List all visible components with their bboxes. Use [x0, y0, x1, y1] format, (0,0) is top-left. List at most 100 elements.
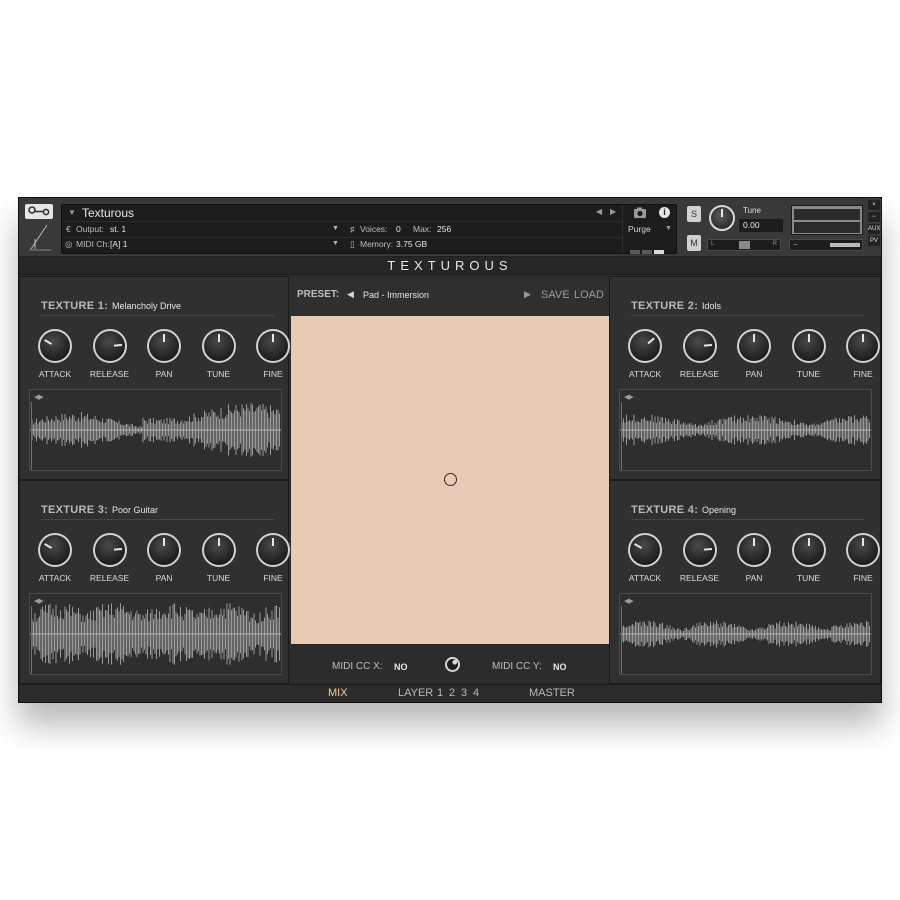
pan-slider-thumb[interactable] — [739, 241, 750, 249]
fine-knob[interactable] — [256, 533, 290, 567]
instrument-name[interactable]: Texturous — [82, 206, 134, 220]
tab-layer-3[interactable]: 3 — [461, 687, 467, 699]
minimize-button[interactable]: − — [868, 212, 880, 222]
texture-label: TEXTURE 1: — [41, 300, 109, 312]
knob-release[interactable]: RELEASE — [674, 533, 726, 583]
output-value[interactable]: st. 1 — [110, 224, 126, 234]
midi-learn-knob-icon[interactable] — [445, 657, 460, 672]
xy-pad[interactable] — [291, 316, 609, 644]
dropdown-arrow-icon[interactable]: ▼ — [68, 208, 76, 217]
attack-knob[interactable] — [628, 329, 662, 363]
aux-button[interactable]: AUX — [868, 224, 880, 234]
pan-knob[interactable] — [737, 533, 771, 567]
waveform-display[interactable]: ◀▶ — [619, 389, 872, 471]
pan-knob[interactable] — [147, 533, 181, 567]
pan-knob[interactable] — [737, 329, 771, 363]
save-button[interactable]: SAVE — [541, 289, 570, 301]
tab-layer-2[interactable]: 2 — [449, 687, 455, 699]
texture-name[interactable]: Poor Guitar — [112, 505, 158, 515]
close-button[interactable]: × — [868, 200, 880, 210]
knob-attack[interactable]: ATTACK — [29, 329, 81, 379]
midi-channel-value[interactable]: [A] 1 — [110, 239, 127, 249]
release-knob[interactable] — [682, 329, 717, 363]
texture-name[interactable]: Opening — [702, 505, 736, 515]
xy-cursor[interactable] — [444, 473, 457, 486]
tab-master[interactable]: MASTER — [529, 687, 575, 699]
purge-dropdown-icon[interactable]: ▼ — [665, 225, 672, 232]
pan-knob[interactable] — [147, 329, 181, 363]
midi-cc-bar: MIDI CC X: NO MIDI CC Y: NO — [291, 644, 609, 684]
pv-button[interactable]: PV — [868, 236, 880, 246]
mute-button[interactable]: M — [687, 235, 701, 251]
knob-tune[interactable]: TUNE — [193, 329, 245, 379]
fine-knob[interactable] — [846, 533, 880, 567]
tune-knob[interactable] — [201, 533, 236, 567]
previous-preset-icon[interactable]: ◀ — [347, 289, 354, 300]
knob-release[interactable]: RELEASE — [674, 329, 726, 379]
playhead-marker[interactable] — [621, 606, 622, 674]
volume-slider[interactable]: − + — [789, 239, 863, 251]
texture-name[interactable]: Idols — [702, 301, 721, 311]
knob-release[interactable]: RELEASE — [84, 329, 136, 379]
knob-attack[interactable]: ATTACK — [619, 533, 671, 583]
attack-knob[interactable] — [628, 533, 662, 567]
next-preset-icon[interactable]: ▶ — [524, 289, 531, 300]
knob-pan[interactable]: PAN — [728, 329, 780, 379]
next-instrument-icon[interactable]: ▶ — [610, 207, 616, 216]
release-knob[interactable] — [92, 533, 127, 567]
knob-tune[interactable]: TUNE — [783, 329, 835, 379]
midi-cc-y-value[interactable]: NO — [553, 662, 567, 672]
solo-button[interactable]: S — [687, 206, 701, 222]
tab-layer[interactable]: LAYER — [398, 687, 433, 699]
knob-tune[interactable]: TUNE — [783, 533, 835, 583]
tune-knob[interactable] — [201, 329, 236, 363]
texture-name[interactable]: Melancholy Drive — [112, 301, 181, 311]
tune-value[interactable]: 0.00 — [739, 219, 783, 232]
tab-layer-1[interactable]: 1 — [437, 687, 443, 699]
knob-fine[interactable]: FINE — [837, 329, 889, 379]
waveform-display[interactable]: ◀▶ — [29, 389, 282, 471]
output-dropdown-icon[interactable]: ▼ — [332, 225, 339, 232]
knob-pan[interactable]: PAN — [138, 533, 190, 583]
playhead-marker[interactable] — [31, 402, 32, 470]
waveform-display[interactable]: ◀▶ — [619, 593, 872, 675]
pan-slider[interactable]: L R — [707, 239, 781, 251]
knob-indicator — [163, 538, 165, 546]
knob-attack[interactable]: ATTACK — [29, 533, 81, 583]
midi-cc-x-value[interactable]: NO — [394, 662, 408, 672]
center-panel: PRESET: ◀ Pad - Immersion ▶ SAVE LOAD MI… — [291, 276, 609, 684]
fine-knob[interactable] — [846, 329, 880, 363]
memory-icon: ▯ — [350, 239, 355, 249]
voices-label: Voices: — [360, 224, 388, 234]
release-knob[interactable] — [92, 329, 127, 363]
instrument-name-row[interactable]: ▼ Texturous ◀ ▶ — [62, 205, 622, 221]
previous-instrument-icon[interactable]: ◀ — [596, 207, 602, 216]
wrench-icon[interactable] — [25, 204, 53, 219]
knob-tune[interactable]: TUNE — [193, 533, 245, 583]
info-icon[interactable]: i — [654, 205, 676, 221]
load-button[interactable]: LOAD — [574, 289, 604, 301]
max-value[interactable]: 256 — [437, 224, 451, 234]
attack-knob[interactable] — [38, 329, 72, 363]
midi-dropdown-icon[interactable]: ▼ — [332, 240, 339, 247]
knob-indicator — [163, 334, 165, 342]
playhead-marker[interactable] — [621, 402, 622, 470]
tune-knob[interactable] — [791, 533, 826, 567]
fine-knob[interactable] — [256, 329, 290, 363]
camera-icon[interactable] — [629, 205, 651, 221]
playhead-marker[interactable] — [31, 606, 32, 674]
knob-pan[interactable]: PAN — [138, 329, 190, 379]
attack-knob[interactable] — [38, 533, 72, 567]
tab-layer-4[interactable]: 4 — [473, 687, 479, 699]
tab-mix[interactable]: MIX — [328, 687, 348, 699]
tune-knob[interactable] — [709, 205, 735, 231]
release-knob[interactable] — [682, 533, 717, 567]
waveform-display[interactable]: ◀▶ — [29, 593, 282, 675]
preset-name[interactable]: Pad - Immersion — [363, 290, 429, 300]
knob-pan[interactable]: PAN — [728, 533, 780, 583]
knob-fine[interactable]: FINE — [837, 533, 889, 583]
tune-knob[interactable] — [791, 329, 826, 363]
knob-release[interactable]: RELEASE — [84, 533, 136, 583]
purge-button[interactable]: Purge — [628, 224, 651, 234]
knob-attack[interactable]: ATTACK — [619, 329, 671, 379]
